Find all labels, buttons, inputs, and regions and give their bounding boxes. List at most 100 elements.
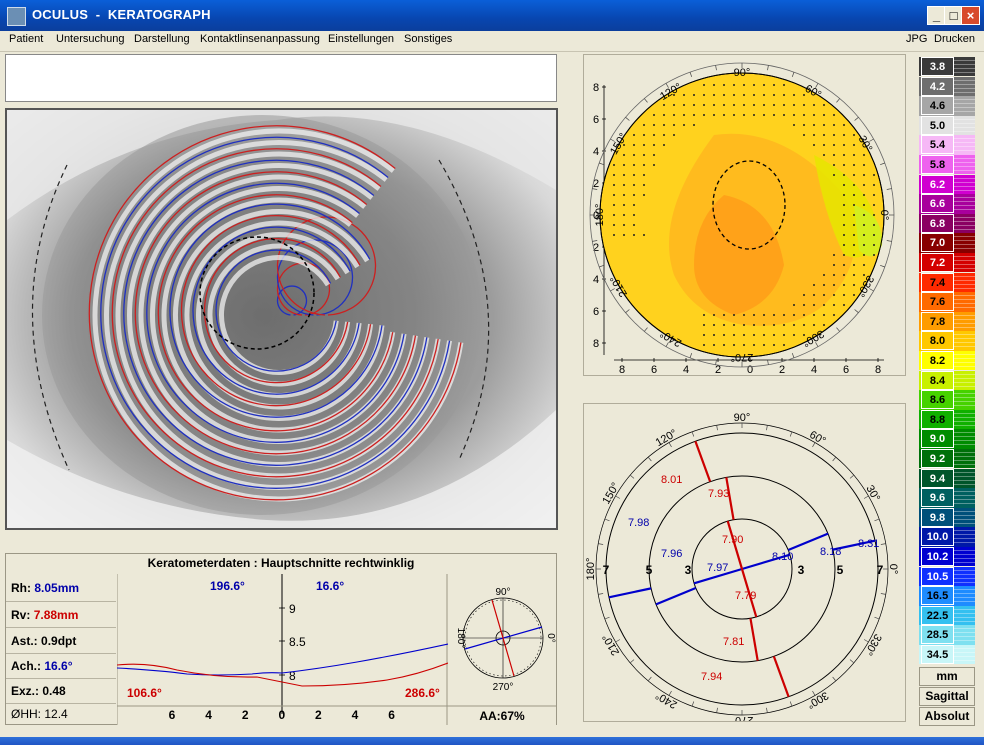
map-dot xyxy=(613,224,615,226)
map-dot xyxy=(773,94,775,96)
map-dot xyxy=(803,314,805,316)
map-dot xyxy=(863,214,865,216)
scale-value: 9.2 xyxy=(921,449,954,468)
map-dot xyxy=(623,194,625,196)
mini-label-0: 0° xyxy=(545,633,556,643)
map-dot xyxy=(813,304,815,306)
profile-x-tick-label: 4 xyxy=(352,708,359,722)
map-dot xyxy=(623,164,625,166)
map-angle-tick xyxy=(791,353,795,358)
polar-angle-label: 90° xyxy=(734,412,751,424)
kera-row-rh: Rh: 8.05mm xyxy=(6,574,116,602)
map-dot xyxy=(823,304,825,306)
polar-red-value: 7.94 xyxy=(701,671,722,683)
map-dot xyxy=(633,174,635,176)
map-dot xyxy=(853,254,855,256)
polar-plot-panel: 7.98 7.96 7.97 8.10 8.18 8.31 8.01 7.93 7.90 7.79… xyxy=(583,403,906,726)
map-dot xyxy=(683,114,685,116)
eye-image xyxy=(5,108,558,530)
kera-label: ØHH: xyxy=(11,707,41,721)
map-dot xyxy=(643,144,645,146)
color-scale[interactable]: 3.8 4.2 4.6 5.0 5.4 5.8 6.2 6.6 6.8 7.0 7.2 7.4 7.6 7… xyxy=(919,57,975,725)
map-dot xyxy=(713,344,715,346)
map-dot xyxy=(693,94,695,96)
polar-red-segment xyxy=(749,618,759,661)
mini-label-90: 90° xyxy=(495,587,510,598)
scale-cell: 7.2 xyxy=(919,253,975,273)
map-dot xyxy=(703,324,705,326)
map-dot xyxy=(863,264,865,266)
polar-blue-value: 7.97 xyxy=(707,562,728,574)
menu-darstellung[interactable]: Darstellung xyxy=(134,33,190,45)
map-dot xyxy=(803,104,805,106)
kera-row-rv: Rv: 7.88mm xyxy=(6,602,116,628)
map-dot xyxy=(853,154,855,156)
map-dot xyxy=(823,154,825,156)
menu-kontaktlinsenanpassung[interactable]: Kontaktlinsenanpassung xyxy=(200,33,320,45)
map-dot xyxy=(793,304,795,306)
scale-value: 16.5 xyxy=(921,586,954,606)
menu-sonstiges[interactable]: Sonstiges xyxy=(404,33,452,45)
topography-map[interactable]: 8642024688 6 4 2 0 2 4 6 8 90°60°30°0°330°300°27… xyxy=(584,55,905,376)
menu-jpg[interactable]: JPG xyxy=(906,33,927,45)
map-dot xyxy=(803,304,805,306)
scale-cell: 8.2 xyxy=(919,351,975,371)
map-dot xyxy=(823,114,825,116)
menu-patient[interactable]: Patient xyxy=(9,33,43,45)
polar-angle-tick xyxy=(716,425,718,431)
polar-plot[interactable]: 7.98 7.96 7.97 8.10 8.18 8.31 8.01 7.93 7.90 7.79… xyxy=(584,404,905,726)
polar-angle-tick xyxy=(598,543,604,545)
scale-swatch xyxy=(954,527,975,547)
scale-cell: 6.2 xyxy=(919,174,975,194)
map-dot xyxy=(683,124,685,126)
scale-cell: 34.5 xyxy=(919,645,975,665)
scale-value: 6.6 xyxy=(921,194,954,214)
sagittal-button[interactable]: Sagittal xyxy=(919,687,975,706)
map-y-tick-label: 4 xyxy=(593,146,599,158)
map-angle-tick xyxy=(886,240,892,242)
map-dot xyxy=(633,224,635,226)
map-dot xyxy=(613,194,615,196)
map-dot xyxy=(673,114,675,116)
placido-image xyxy=(7,110,556,528)
map-dot xyxy=(623,224,625,226)
map-dot xyxy=(823,324,825,326)
polar-blue-value: 8.31 xyxy=(858,538,879,550)
map-dot xyxy=(803,294,805,296)
map-dot xyxy=(653,154,655,156)
scale-cell: 8.0 xyxy=(919,331,975,351)
map-dot xyxy=(783,314,785,316)
kera-row-ohh: ØHH: 12.4 xyxy=(6,704,116,724)
menu-untersuchung[interactable]: Untersuchung xyxy=(56,33,125,45)
map-dot xyxy=(753,334,755,336)
map-dot xyxy=(843,184,845,186)
scale-swatch xyxy=(954,253,975,272)
menu-drucken[interactable]: Drucken xyxy=(934,33,975,45)
map-y-tick-label: 8 xyxy=(593,82,599,94)
menu-einstellungen[interactable]: Einstellungen xyxy=(328,33,394,45)
map-dot xyxy=(663,104,665,106)
map-dot xyxy=(793,334,795,336)
map-angle-tick xyxy=(886,188,892,190)
scale-cell: 10.5 xyxy=(919,566,975,586)
scale-swatch xyxy=(954,213,975,233)
map-dot xyxy=(843,124,845,126)
map-dot xyxy=(683,104,685,106)
map-dot xyxy=(833,264,835,266)
absolut-button[interactable]: Absolut xyxy=(919,707,975,726)
polar-angle-tick xyxy=(716,707,718,713)
map-dot xyxy=(733,114,735,116)
map-dot xyxy=(623,154,625,156)
map-dot xyxy=(843,224,845,226)
kera-label: Rv: xyxy=(11,608,31,622)
app-icon[interactable] xyxy=(7,7,26,26)
map-angle-tick xyxy=(644,98,648,103)
profile-x-tick-label: 6 xyxy=(169,708,176,722)
map-dot xyxy=(723,314,725,316)
map-dot xyxy=(663,144,665,146)
close-button[interactable]: × xyxy=(961,6,980,25)
map-dot xyxy=(843,294,845,296)
map-dot xyxy=(663,114,665,116)
scale-cell: 7.8 xyxy=(919,311,975,332)
map-dot xyxy=(783,114,785,116)
